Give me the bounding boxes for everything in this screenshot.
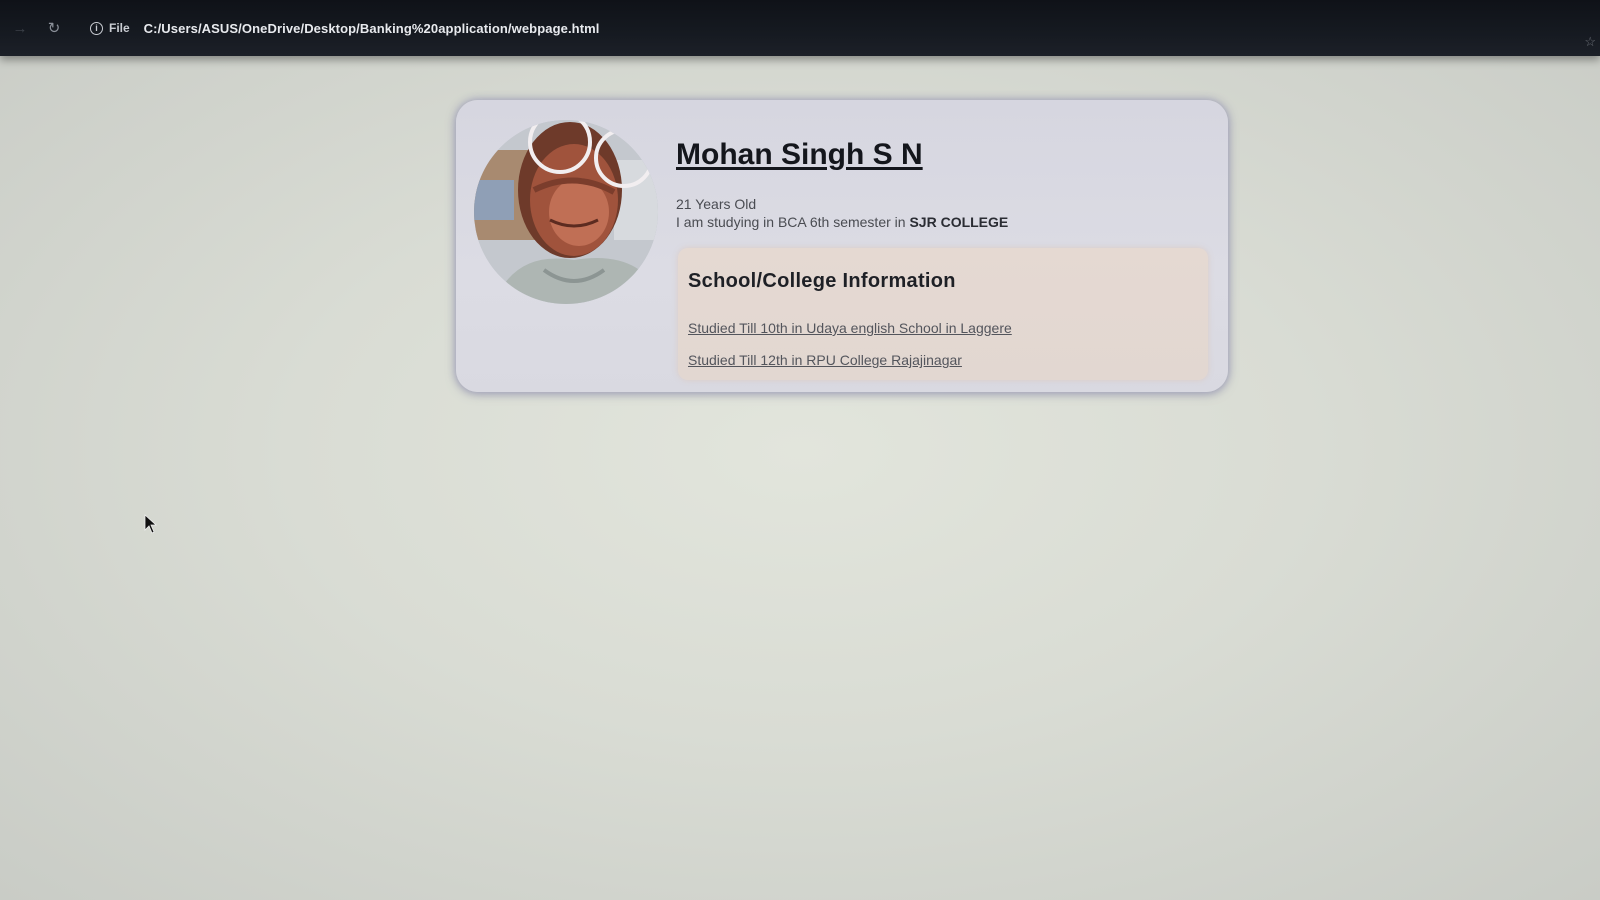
education-heading: School/College Information [688,270,956,292]
education-link-college[interactable]: Studied Till 12th in RPU College Rajajin… [688,352,962,368]
study-text: I am studying in BCA 6th semester in [676,214,910,230]
education-panel: School/College Information Studied Till … [678,248,1208,380]
profile-name[interactable]: Mohan Singh S N [676,138,923,172]
info-icon: i [90,21,103,35]
mouse-pointer-icon [144,514,158,534]
avatar-photo [474,120,658,304]
address-prefix: File [109,21,130,35]
profile-card: Mohan Singh S N 21 Years Old I am studyi… [456,100,1228,392]
profile-study-line: I am studying in BCA 6th semester in SJR… [676,214,1008,230]
reload-icon[interactable]: ↻ [40,19,68,37]
site-info-chip[interactable]: i File [90,21,130,35]
back-arrow-icon[interactable]: → [6,20,34,37]
bookmark-star-icon[interactable]: ☆ [1584,34,1596,50]
profile-age: 21 Years Old [676,196,757,212]
address-bar-url[interactable]: C:/Users/ASUS/OneDrive/Desktop/Banking%2… [144,21,600,36]
education-link-school[interactable]: Studied Till 10th in Udaya english Schoo… [688,320,1012,336]
college-name: SJR COLLEGE [909,214,1009,230]
avatar [474,120,658,304]
browser-toolbar: → ↻ i File C:/Users/ASUS/OneDrive/Deskto… [0,0,1600,56]
